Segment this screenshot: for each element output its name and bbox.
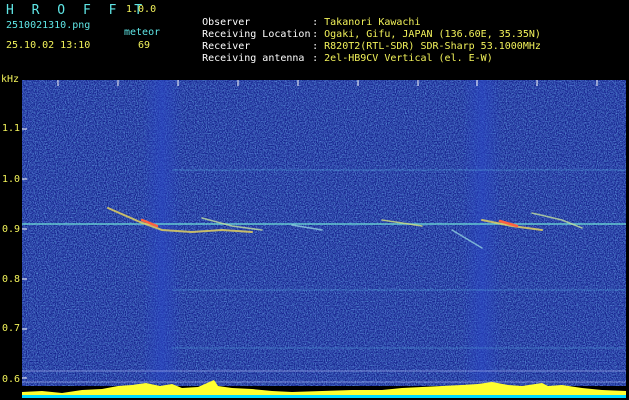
y-tick-label: 1.1 — [2, 123, 21, 134]
counter-label: meteor — [124, 27, 161, 38]
file-timestamp: 25.10.02 13:10 — [6, 40, 91, 51]
spectrogram — [22, 80, 626, 398]
y-tick-label: 0.8 — [2, 274, 21, 285]
noise-texture — [22, 80, 626, 398]
file-name: 2510021310.png — [6, 20, 91, 31]
hrofft-window: H R O F F T 1.0.0 2510021310.png meteor … — [0, 0, 629, 400]
bright-column — [462, 80, 502, 380]
counter-value: 69 — [138, 40, 151, 51]
y-tick-label: 0.9 — [2, 224, 21, 235]
y-tick-label: 0.7 — [2, 323, 21, 334]
axis-unit: kHz — [1, 74, 20, 85]
y-tick-label: 1.0 — [2, 174, 21, 185]
y-tick-label: 0.6 — [2, 374, 21, 385]
info-antenna: Receiving antenna: 2el-HB9CV Vertical (e… — [202, 53, 493, 64]
app-version: 1.0.0 — [126, 4, 157, 15]
